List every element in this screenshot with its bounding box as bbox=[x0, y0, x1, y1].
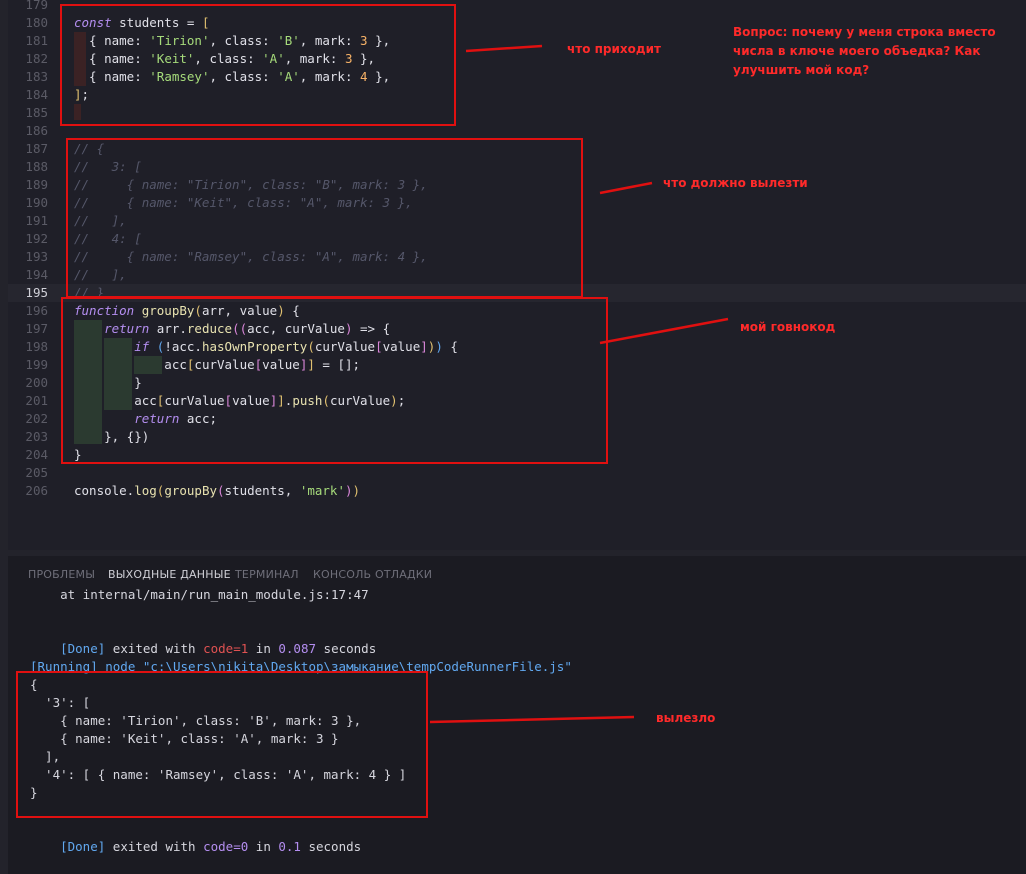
annotation-result: вылезло bbox=[656, 711, 716, 725]
annotation-question: Вопрос: почему у меня строка вместо числ… bbox=[733, 23, 1023, 80]
annotation-should-output: что должно вылезти bbox=[663, 176, 808, 190]
annotation-incoming: что приходит bbox=[567, 42, 661, 56]
annotation-my-code: мой говнокод bbox=[740, 320, 836, 334]
question-line: Вопрос: почему у меня строка вместо bbox=[733, 25, 996, 39]
annotation-arrows bbox=[429, 44, 729, 724]
question-line: числа в ключе моего объедка? Как bbox=[733, 44, 981, 58]
question-line: улучшить мой код? bbox=[733, 63, 870, 77]
